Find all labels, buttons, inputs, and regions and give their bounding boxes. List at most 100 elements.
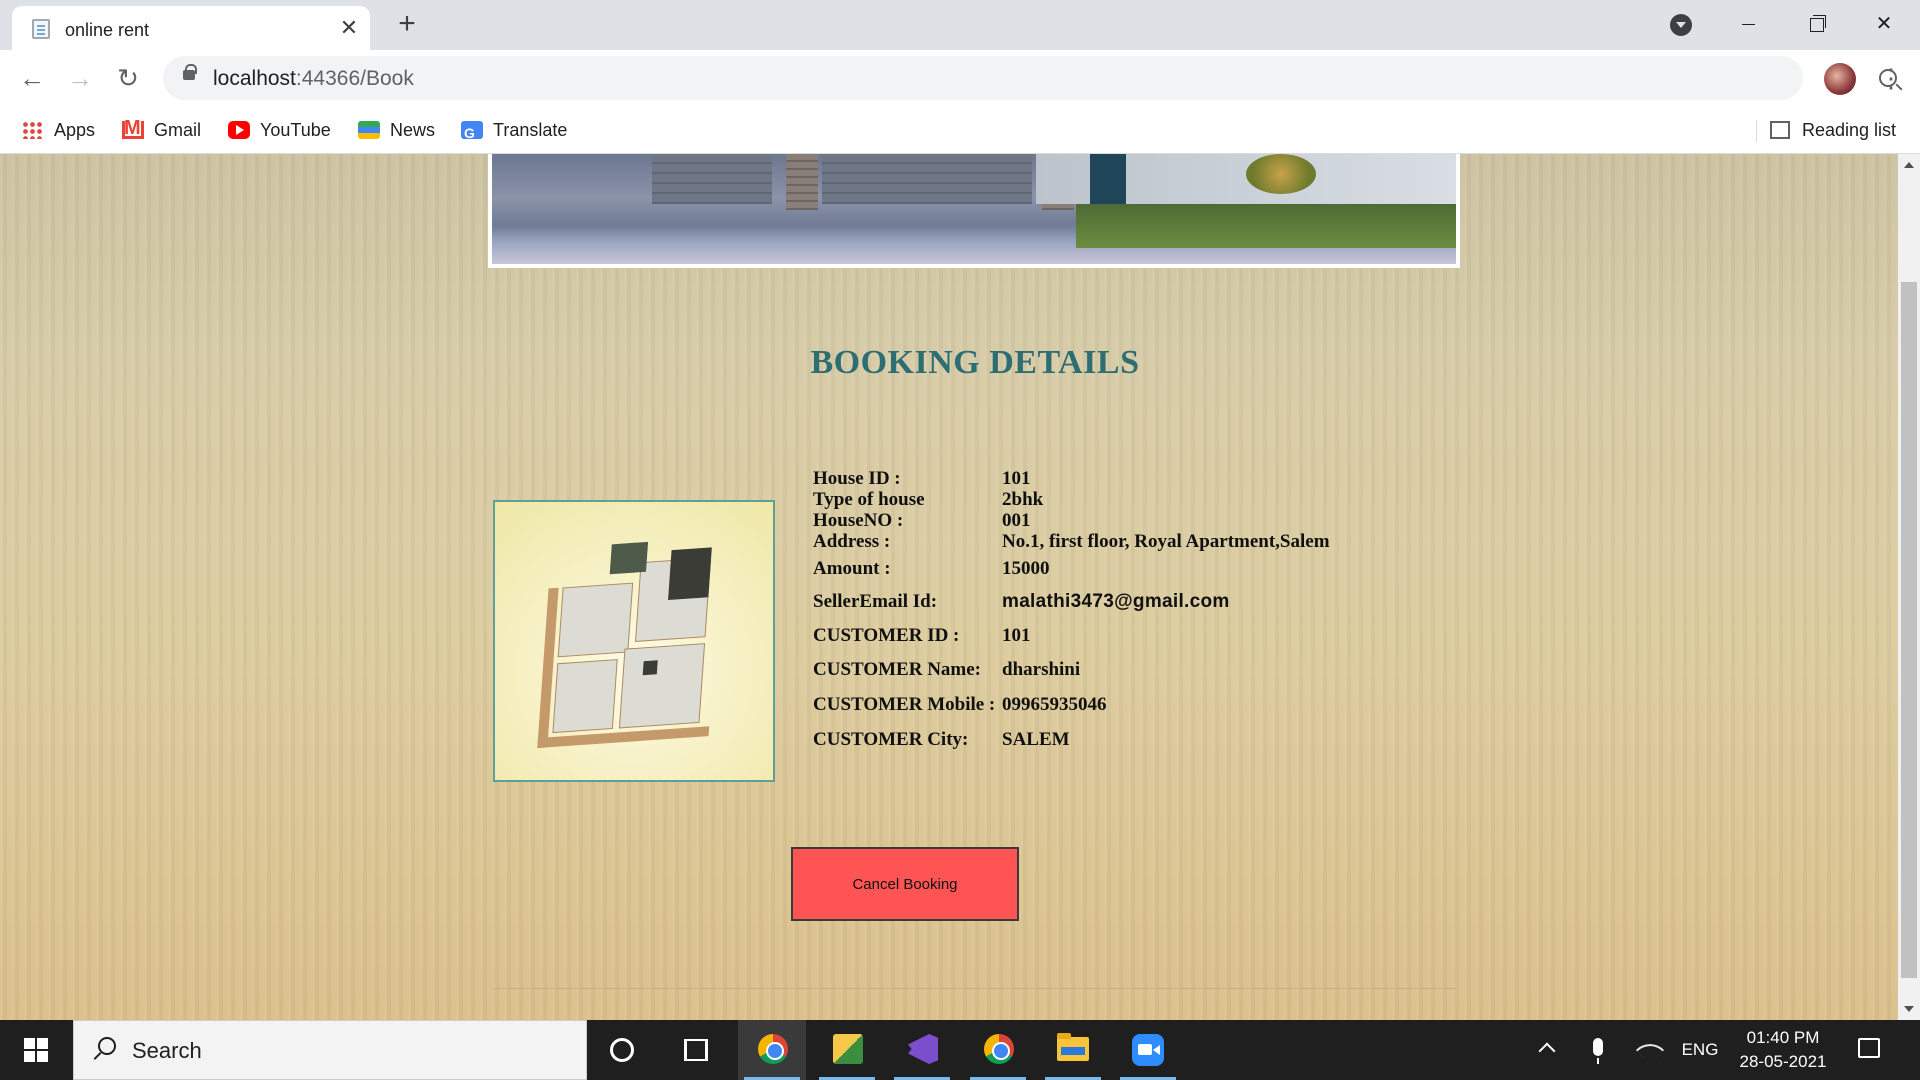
news-icon (358, 121, 380, 139)
taskbar-chrome[interactable] (738, 1020, 806, 1080)
browser-tab[interactable]: online rent ✕ (12, 6, 370, 50)
reload-button[interactable]: ↻ (110, 60, 146, 96)
new-tab-button[interactable]: + (392, 9, 422, 39)
tab-search-icon[interactable] (1670, 14, 1692, 36)
file-explorer-icon (1057, 1033, 1089, 1061)
address-bar[interactable]: localhost:44366/Book ☆ (163, 56, 1897, 100)
bookmark-label: Translate (493, 120, 568, 140)
youtube-icon (228, 121, 250, 139)
plan-wall-panel (668, 547, 712, 601)
browser-toolbar: ← → ↻ localhost:44366/Book ☆ ⋮ (0, 50, 1920, 106)
bookmarks-bar: Apps Gmail YouTube News Translate Readin… (0, 106, 1920, 154)
taskbar-sql-server[interactable] (813, 1020, 881, 1080)
detail-label: CUSTOMER City: (813, 729, 969, 750)
bookmarks-divider (1756, 120, 1757, 142)
reading-list-label: Reading list (1802, 120, 1897, 140)
stone-pillar (786, 154, 818, 210)
cortana-icon[interactable] (610, 1038, 634, 1062)
lock-icon[interactable] (183, 64, 197, 80)
bookmark-label: YouTube (260, 120, 331, 140)
detail-value: No.1, first floor, Royal Apartment,Salem (1002, 531, 1330, 552)
detail-value: 09965935046 (1002, 694, 1107, 715)
plan-room (557, 582, 634, 658)
url-path: :44366/Book (295, 67, 414, 90)
banner-frame (488, 154, 1460, 268)
page-title: BOOKING DETAILS (810, 344, 1140, 381)
browser-menu-icon[interactable]: ⋮ (1878, 62, 1904, 94)
chrome-icon (984, 1034, 1014, 1064)
wifi-icon[interactable] (1635, 1035, 1665, 1065)
bookmark-label: News (390, 120, 436, 140)
clock-time: 01:40 PM (1746, 1028, 1820, 1047)
forward-button[interactable]: → (62, 60, 98, 96)
taskbar-visual-studio[interactable] (888, 1020, 956, 1080)
bookmark-gmail[interactable]: Gmail (122, 116, 201, 144)
house-floorplan-image (493, 500, 775, 782)
microphone-icon[interactable] (1593, 1038, 1603, 1064)
detail-label: House ID : (813, 468, 901, 489)
window-close-button[interactable]: ✕ (1856, 4, 1912, 44)
detail-value: 15000 (1002, 558, 1050, 579)
show-hidden-icons-chevron-icon[interactable] (1538, 1042, 1556, 1060)
profile-avatar[interactable] (1824, 63, 1856, 95)
apps-grid-icon (22, 121, 44, 139)
close-tab-icon[interactable]: ✕ (336, 15, 362, 41)
plan-furniture (642, 660, 658, 676)
detail-value: malathi3473@gmail.com (1002, 591, 1230, 612)
house-banner-image (492, 154, 1456, 264)
zoom-icon (1132, 1034, 1164, 1066)
scroll-down-arrow-icon[interactable] (1904, 1006, 1914, 1012)
front-door (1090, 154, 1126, 204)
detail-value: SALEM (1002, 729, 1070, 750)
search-icon (98, 1037, 116, 1055)
bookmark-label: Apps (54, 120, 96, 140)
bookmark-news[interactable]: News (358, 116, 435, 144)
notifications-icon[interactable] (1858, 1038, 1880, 1058)
detail-label: SellerEmail Id: (813, 591, 938, 612)
sql-server-icon (833, 1034, 863, 1064)
windows-taskbar: Search ENG 01:40 PM 28-05-2021 (0, 1020, 1920, 1080)
tree (1246, 154, 1316, 194)
minimize-button[interactable] (1720, 4, 1776, 44)
back-button[interactable]: ← (14, 60, 50, 96)
detail-label: Type of house (813, 489, 925, 510)
detail-label: Amount : (813, 558, 891, 579)
detail-value: 2bhk (1002, 489, 1044, 510)
gmail-icon (122, 118, 144, 139)
cancel-booking-button[interactable]: Cancel Booking (791, 847, 1019, 921)
page-favicon-icon (32, 19, 50, 39)
windows-start-icon[interactable] (0, 1020, 72, 1080)
reading-list-button[interactable]: Reading list (1770, 116, 1896, 144)
taskbar-file-explorer[interactable] (1039, 1020, 1107, 1080)
bookmark-apps[interactable]: Apps (22, 116, 95, 144)
taskbar-chrome-2[interactable] (964, 1020, 1032, 1080)
page-scrollbar[interactable] (1898, 154, 1920, 1020)
url-text[interactable]: localhost:44366/Book (213, 67, 414, 91)
system-clock[interactable]: 01:40 PM 28-05-2021 (1718, 1026, 1848, 1074)
taskbar-zoom[interactable] (1114, 1020, 1182, 1080)
bookmark-label: Gmail (154, 120, 202, 140)
tab-strip: online rent ✕ + ✕ (0, 0, 1920, 50)
detail-value: dharshini (1002, 659, 1081, 680)
visual-studio-icon (908, 1034, 938, 1064)
clock-date: 28-05-2021 (1739, 1052, 1827, 1071)
detail-value: 101 (1002, 625, 1031, 646)
taskbar-search[interactable]: Search (73, 1020, 587, 1080)
scroll-up-arrow-icon[interactable] (1904, 162, 1914, 168)
restore-button[interactable] (1788, 4, 1844, 44)
detail-value: 101 (1002, 468, 1031, 489)
footer-divider (492, 988, 1456, 989)
detail-label: CUSTOMER Mobile : (813, 694, 996, 715)
detail-label: CUSTOMER ID : (813, 625, 960, 646)
bookmark-youtube[interactable]: YouTube (228, 116, 331, 144)
detail-label: Address : (813, 531, 891, 552)
floorplan-drawing (537, 536, 732, 749)
translate-icon (461, 119, 483, 147)
task-view-icon[interactable] (684, 1039, 708, 1061)
plan-room (552, 659, 618, 734)
garage-door (822, 154, 1032, 204)
detail-value: 001 (1002, 510, 1031, 531)
bookmark-translate[interactable]: Translate (461, 116, 568, 147)
scrollbar-thumb[interactable] (1901, 282, 1917, 978)
search-placeholder: Search (132, 1038, 202, 1063)
